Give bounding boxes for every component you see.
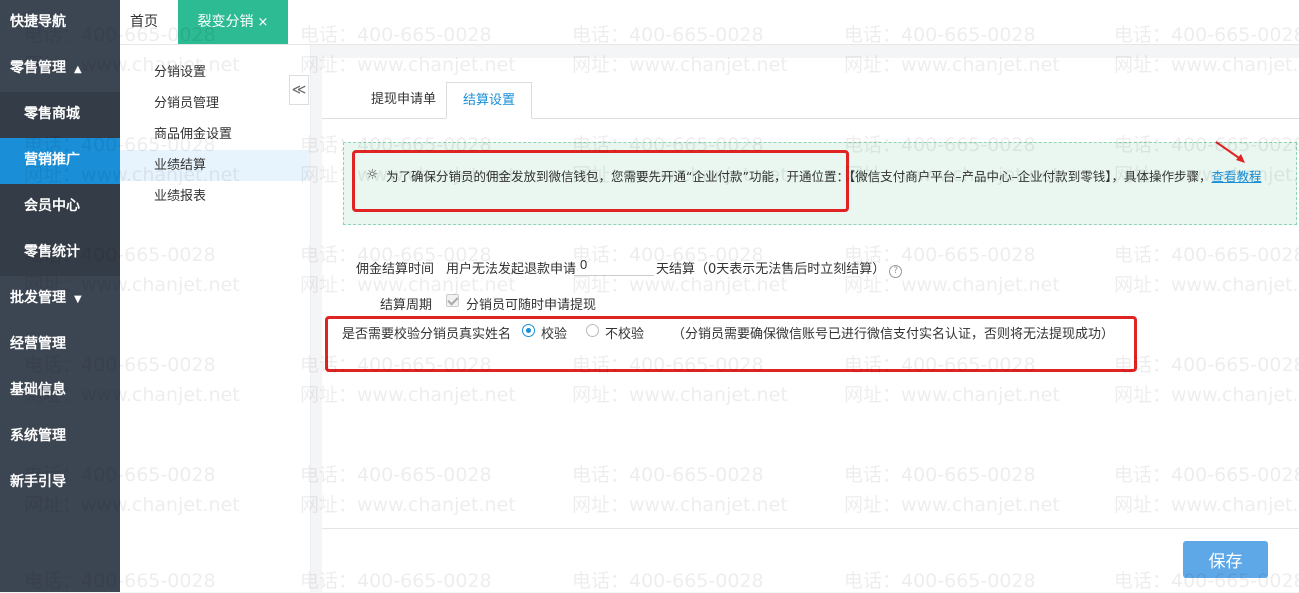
content-tabs: 提现申请单 结算设置 — [322, 82, 1299, 119]
sidebar-item-member-center[interactable]: 会员中心 — [0, 184, 120, 230]
sidebar-item-label: 营销推广 — [24, 152, 80, 168]
settlement-time-suffix-text: 天结算（0天表示无法售后时立刻结算） — [656, 262, 886, 277]
sidebar-item-retail[interactable]: 零售管理 ▲ — [0, 46, 120, 92]
anytime-withdraw-label: 分销员可随时申请提现 — [466, 298, 597, 313]
sidebar-item-basic-info[interactable]: 基础信息 — [0, 368, 120, 414]
sub-menu: 分销设置 分销员管理 商品佣金设置 业绩结算 业绩报表 — [120, 45, 311, 592]
sidebar-item-guide[interactable]: 新手引导 — [0, 460, 120, 506]
help-icon[interactable]: ? — [889, 265, 903, 278]
sidebar-item-label: 零售统计 — [24, 244, 80, 260]
view-tutorial-link[interactable]: 查看教程 — [1211, 169, 1261, 184]
sidebar-item-marketing[interactable]: 营销推广 — [0, 138, 120, 184]
sidebar-item-label: 零售商城 — [24, 106, 80, 122]
submenu-item-distributor-management[interactable]: 分销员管理 — [120, 88, 310, 119]
settlement-time-prefix: 用户无法发起退款申请 — [446, 262, 577, 277]
tab-label: 裂变分销 — [197, 14, 254, 30]
annotation-arrow-icon — [1215, 141, 1245, 163]
sidebar-item-operations[interactable]: 经营管理 — [0, 322, 120, 368]
submenu-item-label: 商品佣金设置 — [154, 127, 233, 142]
sidebar-item-label: 基础信息 — [10, 382, 66, 398]
sidebar-item-label: 会员中心 — [24, 198, 80, 214]
anytime-withdraw-checkbox[interactable] — [446, 294, 459, 307]
collapse-menu-button[interactable]: ≪ — [289, 75, 309, 105]
top-tab-bar: 首页 裂变分销 × — [120, 0, 1299, 45]
tab-label: 提现申请单 — [371, 92, 437, 107]
sidebar-item-label: 系统管理 — [10, 428, 66, 444]
tab-label: 首页 — [130, 14, 158, 30]
sidebar-item-label: 经营管理 — [10, 336, 66, 352]
annotation-box-notice — [352, 150, 849, 212]
tab-settlement-settings[interactable]: 结算设置 — [446, 82, 533, 119]
sidebar-item-retail-stats[interactable]: 零售统计 — [0, 230, 120, 276]
settlement-days-input[interactable] — [574, 254, 654, 276]
sidebar-item-label: 批发管理 — [10, 290, 66, 306]
submenu-item-product-commission[interactable]: 商品佣金设置 — [120, 119, 310, 150]
sidebar-item-retail-mall[interactable]: 零售商城 — [0, 92, 120, 138]
submenu-item-label: 业绩结算 — [154, 158, 207, 173]
tab-fission-distribution[interactable]: 裂变分销 × — [178, 0, 288, 44]
submenu-item-performance-report[interactable]: 业绩报表 — [120, 181, 310, 212]
main-content: 提现申请单 结算设置 ☼ 为了确保分销员的佣金发放到微信钱包，您需要先开通“企业… — [322, 58, 1299, 592]
main-sidebar: 快捷导航 零售管理 ▲ 零售商城 营销推广 会员中心 零售统计 批发管理 ▼ 经营管… — [0, 0, 120, 592]
chevron-down-icon: ▼ — [74, 294, 82, 305]
submenu-item-settlement[interactable]: 业绩结算 — [120, 150, 310, 181]
close-icon[interactable]: × — [258, 15, 269, 30]
annotation-box-real-name — [325, 316, 1137, 372]
sidebar-item-label: 零售管理 — [10, 60, 66, 76]
sidebar-item-system[interactable]: 系统管理 — [0, 414, 120, 460]
submenu-item-label: 分销员管理 — [154, 96, 220, 111]
sidebar-item-wholesale[interactable]: 批发管理 ▼ — [0, 276, 120, 322]
sidebar-item-label: 新手引导 — [10, 474, 66, 490]
submenu-item-label: 分销设置 — [154, 65, 207, 80]
tab-home[interactable]: 首页 — [130, 0, 158, 44]
chevron-up-icon: ▲ — [74, 64, 82, 75]
settlement-time-suffix: 天结算（0天表示无法售后时立刻结算）? — [656, 258, 903, 278]
settlement-cycle-label: 结算周期 — [380, 298, 433, 313]
tab-withdrawal-requests[interactable]: 提现申请单 — [355, 82, 452, 118]
sidebar-item-label: 快捷导航 — [10, 14, 66, 30]
submenu-item-distribution-settings[interactable]: 分销设置 — [120, 57, 310, 88]
save-button[interactable]: 保存 — [1183, 541, 1268, 578]
submenu-item-label: 业绩报表 — [154, 189, 207, 204]
divider — [322, 528, 1299, 529]
settlement-time-label: 佣金结算时间 — [356, 262, 435, 277]
tab-label: 结算设置 — [463, 93, 516, 108]
sidebar-item-quick-nav[interactable]: 快捷导航 — [0, 0, 120, 46]
